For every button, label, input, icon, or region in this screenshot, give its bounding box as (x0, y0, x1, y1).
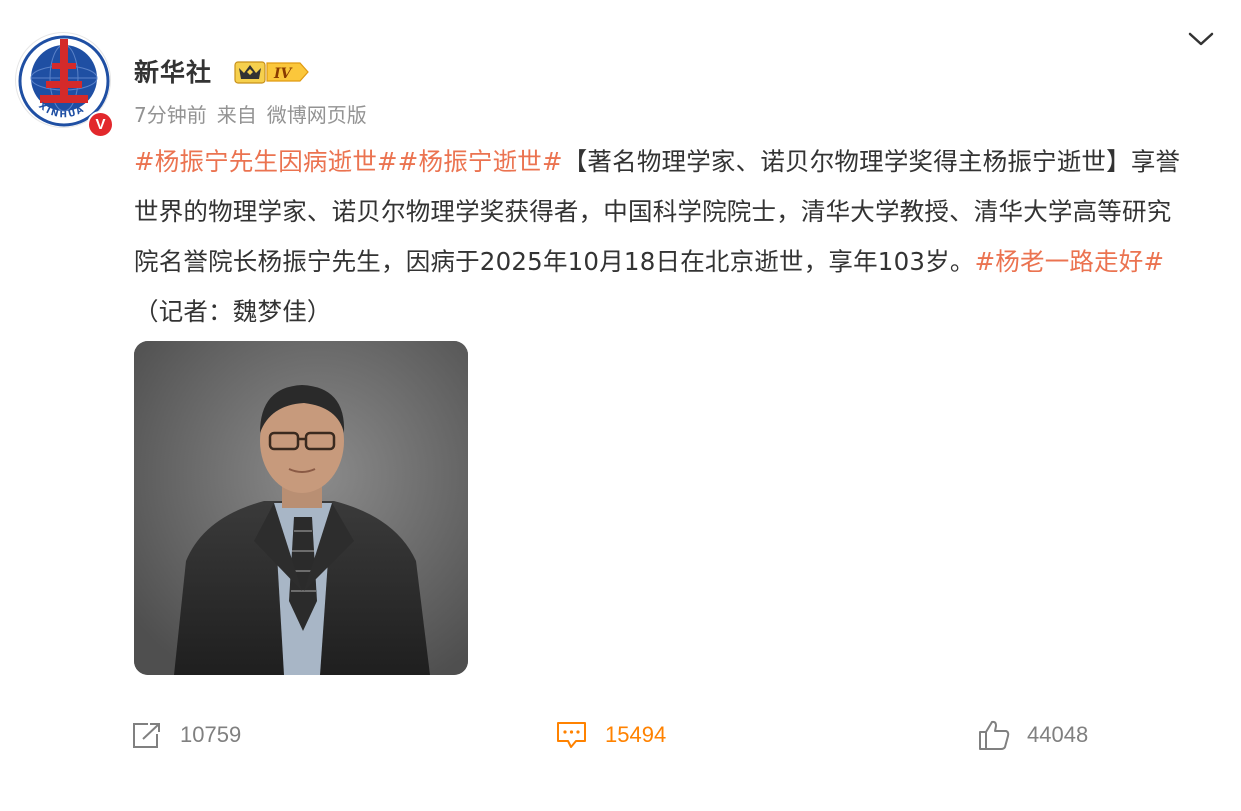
share-external-icon (133, 723, 160, 748)
post-time[interactable]: 7分钟前 (134, 103, 207, 127)
repost-button[interactable]: 10759 (130, 718, 241, 752)
comment-count: 15494 (605, 722, 667, 747)
verified-badge: V (87, 111, 114, 138)
post-photo[interactable] (134, 341, 468, 675)
crown-level-badge[interactable]: IV (234, 57, 312, 85)
like-button[interactable]: 44048 (977, 718, 1088, 752)
post-text: #杨振宁先生因病逝世##杨振宁逝世#【著名物理学家、诺贝尔物理学奖得主杨振宁逝世… (134, 137, 1194, 337)
author-name[interactable]: 新华社 (134, 53, 212, 89)
comment-bubble-icon (557, 722, 586, 748)
post-meta: 7分钟前 来自 微博网页版 (134, 99, 377, 128)
source-prefix: 来自 (216, 103, 257, 127)
chevron-down-icon[interactable] (1186, 28, 1216, 50)
crown-icon (234, 61, 266, 84)
source-client[interactable]: 微博网页版 (267, 103, 367, 127)
like-count: 44048 (1027, 722, 1089, 747)
thumbs-up-icon (979, 720, 1010, 750)
hashtag-link[interactable]: #杨老一路走好# (975, 247, 1165, 276)
hashtag-link[interactable]: #杨振宁逝世# (398, 147, 563, 176)
comment-button[interactable]: 15494 (555, 718, 666, 752)
svg-text:IV: IV (273, 66, 294, 82)
repost-count: 10759 (180, 722, 242, 747)
hashtag-link[interactable]: #杨振宁先生因病逝世# (134, 147, 398, 176)
weibo-post-card: XINHUA V 新华社 IV 7分钟前 来自 微博网页版 #杨振宁先生因病逝世# (0, 0, 1241, 811)
reporter-credit: （记者：魏梦佳） (134, 297, 332, 326)
